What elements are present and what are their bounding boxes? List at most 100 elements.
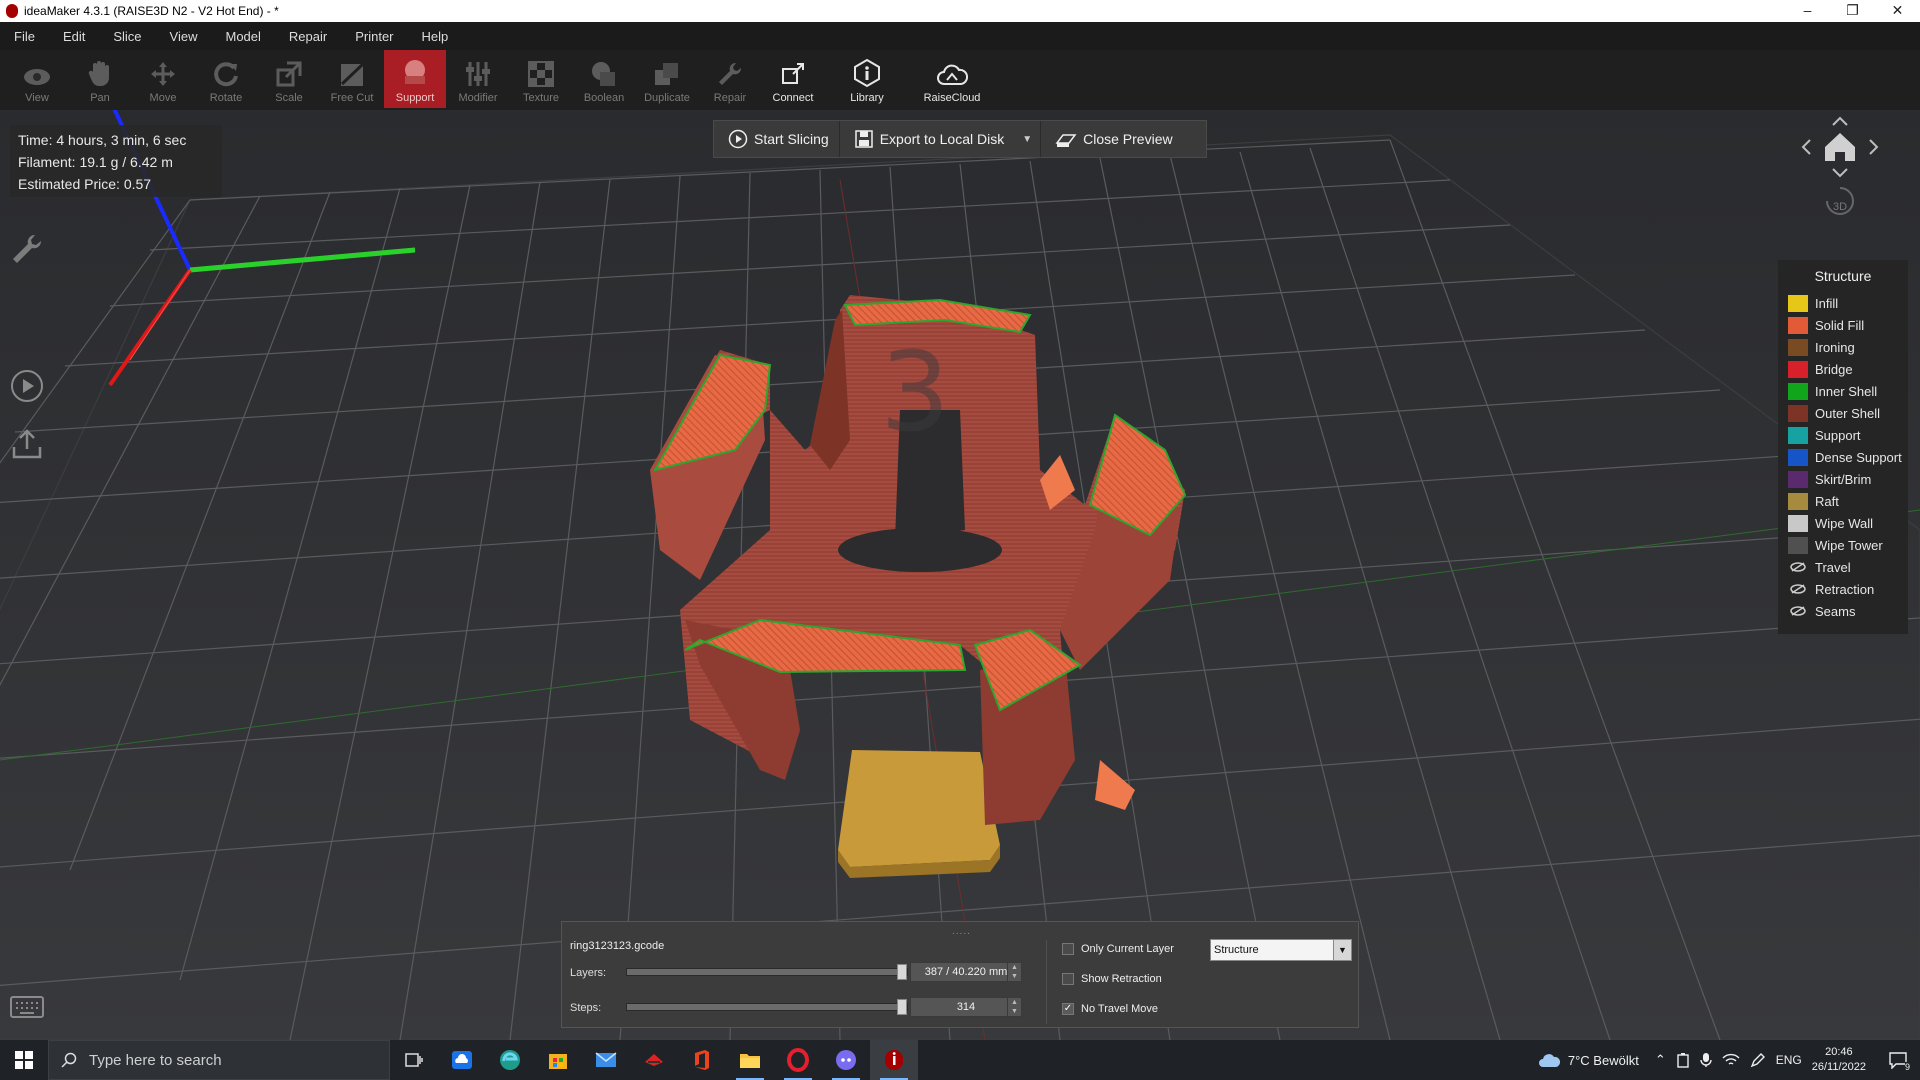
legend-item-wipe-wall[interactable]: Wipe Wall <box>1778 512 1908 534</box>
close-preview-button[interactable]: Close Preview <box>1040 121 1182 157</box>
microphone-icon[interactable] <box>1700 1052 1712 1068</box>
weather-text[interactable]: 7°C Bewölkt <box>1568 1053 1639 1068</box>
restore-icon[interactable]: ❐ <box>1830 0 1875 22</box>
legend-item-skirt-brim[interactable]: Skirt/Brim <box>1778 468 1908 490</box>
view-button[interactable]: View <box>6 50 68 108</box>
legend-item-dense-support[interactable]: Dense Support <box>1778 446 1908 468</box>
show-retraction-checkbox[interactable]: Show Retraction <box>1062 973 1162 985</box>
task-view-button[interactable] <box>390 1040 438 1080</box>
search-placeholder: Type here to search <box>89 1051 222 1069</box>
layers-slider-handle[interactable] <box>897 964 908 980</box>
nav-right-icon[interactable] <box>1869 139 1879 155</box>
onedrive-app[interactable] <box>438 1040 486 1080</box>
menu-help[interactable]: Help <box>408 29 463 44</box>
free-cut-button[interactable]: Free Cut <box>321 50 383 108</box>
menu-view[interactable]: View <box>156 29 212 44</box>
keyboard-button[interactable] <box>8 988 46 1026</box>
legend-item-raft[interactable]: Raft <box>1778 490 1908 512</box>
export-dropdown-button[interactable]: ▼ <box>1014 121 1040 157</box>
library-button[interactable]: Library <box>825 50 909 108</box>
menu-slice[interactable]: Slice <box>99 29 155 44</box>
pan-button[interactable]: Pan <box>69 50 131 108</box>
rotate-button[interactable]: Rotate <box>195 50 257 108</box>
menu-file[interactable]: File <box>0 29 49 44</box>
language-indicator[interactable]: ENG <box>1776 1053 1802 1067</box>
view-navigation-control: 3D <box>1795 113 1885 248</box>
library-label: Library <box>850 92 884 104</box>
view-label: View <box>25 92 49 104</box>
legend-label: Raft <box>1815 493 1839 509</box>
minimize-icon[interactable]: – <box>1785 0 1830 22</box>
edge-app[interactable] <box>486 1040 534 1080</box>
nav-up-icon[interactable] <box>1832 116 1848 126</box>
chevron-up-icon[interactable]: ⌃ <box>1655 1052 1666 1068</box>
view-mode-select[interactable]: Structure ▼ <box>1210 939 1352 961</box>
move-button[interactable]: Move <box>132 50 194 108</box>
file-explorer-app[interactable] <box>726 1040 774 1080</box>
support-button[interactable]: Support <box>384 50 446 108</box>
repair-button[interactable]: Repair <box>699 50 761 108</box>
legend-item-support[interactable]: Support <box>1778 424 1908 446</box>
legend-item-ironing[interactable]: Ironing <box>1778 336 1908 358</box>
duplicate-button[interactable]: Duplicate <box>636 50 698 108</box>
boolean-button[interactable]: Boolean <box>573 50 635 108</box>
repair-label: Repair <box>713 92 747 104</box>
legend-item-wipe-tower[interactable]: Wipe Tower <box>1778 534 1908 556</box>
panel-drag-handle[interactable]: ..... <box>952 926 971 937</box>
close-icon[interactable]: ✕ <box>1875 0 1920 22</box>
nav-down-icon[interactable] <box>1832 168 1848 178</box>
steps-slider-handle[interactable] <box>897 999 908 1015</box>
legend-item-outer-shell[interactable]: Outer Shell <box>1778 402 1908 424</box>
slicer-red-app[interactable] <box>630 1040 678 1080</box>
taskbar-search-box[interactable]: Type here to search <box>48 1040 390 1080</box>
checkbox-box: ✓ <box>1062 1003 1074 1015</box>
only-current-layer-checkbox[interactable]: Only Current Layer <box>1062 943 1174 955</box>
raisecloud-button[interactable]: RaiseCloud <box>910 50 994 108</box>
legend-toggle-retraction[interactable]: Retraction <box>1778 578 1908 600</box>
3d-view-icon[interactable]: 3D <box>1826 187 1854 215</box>
legend-item-solid-fill[interactable]: Solid Fill <box>1778 314 1908 336</box>
menu-model[interactable]: Model <box>212 29 275 44</box>
wifi-icon[interactable] <box>1722 1053 1740 1067</box>
menu-repair[interactable]: Repair <box>275 29 341 44</box>
play-simulation-button[interactable] <box>8 367 46 405</box>
menu-edit[interactable]: Edit <box>49 29 99 44</box>
legend-swatch <box>1788 492 1808 510</box>
layers-spinbox[interactable]: 387 / 40.220 mm ▲ ▼ <box>910 962 1022 982</box>
support-icon <box>405 60 425 84</box>
pen-icon[interactable] <box>1750 1052 1766 1068</box>
notification-center-button[interactable]: 9 <box>1876 1040 1920 1080</box>
menu-printer[interactable]: Printer <box>341 29 407 44</box>
home-view-icon[interactable] <box>1825 133 1855 161</box>
steps-slider[interactable] <box>626 1003 908 1011</box>
export-button[interactable]: Export to Local Disk <box>838 121 1015 157</box>
store-app[interactable] <box>534 1040 582 1080</box>
modifier-button[interactable]: Modifier <box>447 50 509 108</box>
red-app-icon <box>645 1054 663 1066</box>
no-travel-move-checkbox[interactable]: ✓ No Travel Move <box>1062 1003 1158 1015</box>
mail-app[interactable] <box>582 1040 630 1080</box>
start-button[interactable] <box>0 1040 48 1080</box>
legend-item-inner-shell[interactable]: Inner Shell <box>1778 380 1908 402</box>
3d-viewport[interactable]: 3 <box>0 110 1920 1040</box>
nav-left-icon[interactable] <box>1801 139 1811 155</box>
steps-spinbox[interactable]: 314 ▲ ▼ <box>910 997 1022 1017</box>
legend-toggle-travel[interactable]: Travel <box>1778 556 1908 578</box>
battery-icon[interactable] <box>1676 1052 1690 1068</box>
upload-button[interactable] <box>8 425 46 463</box>
legend-item-infill[interactable]: Infill <box>1778 292 1908 314</box>
opera-app[interactable] <box>774 1040 822 1080</box>
scale-button[interactable]: Scale <box>258 50 320 108</box>
connect-button[interactable]: Connect <box>762 50 824 108</box>
discord-app[interactable] <box>822 1040 870 1080</box>
ideamaker-app[interactable] <box>870 1040 918 1080</box>
legend-toggle-seams[interactable]: Seams <box>1778 600 1908 622</box>
legend-item-bridge[interactable]: Bridge <box>1778 358 1908 380</box>
texture-button[interactable]: Texture <box>510 50 572 108</box>
play-icon <box>728 129 748 149</box>
start-slicing-button[interactable]: Start Slicing <box>714 121 839 157</box>
layers-slider[interactable] <box>626 968 908 976</box>
wrench-button[interactable] <box>8 230 46 268</box>
office-app[interactable] <box>678 1040 726 1080</box>
clock[interactable]: 20:46 26/11/2022 <box>1812 1045 1866 1075</box>
